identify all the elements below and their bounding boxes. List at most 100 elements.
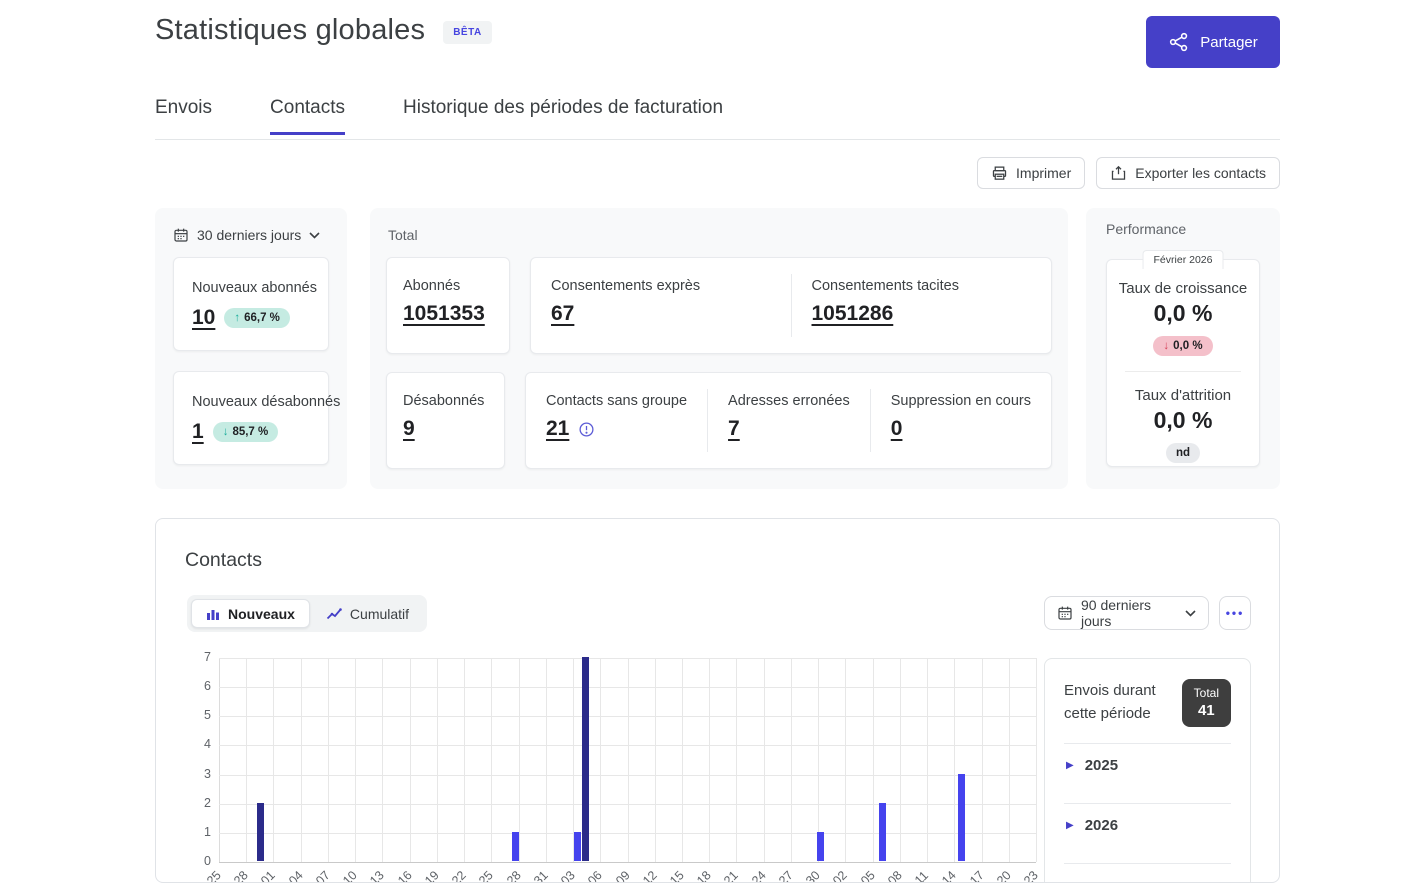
tab-historique-facturation[interactable]: Historique des périodes de facturation [403, 97, 723, 135]
total-badge-value: 41 [1197, 702, 1215, 720]
ellipsis-icon: ••• [1225, 606, 1245, 620]
year-row-2026[interactable]: ▶ 2026 [1064, 804, 1231, 847]
express-consents-value[interactable]: 67 [551, 302, 574, 325]
toggle-cumulatif-label: Cumulatif [349, 605, 410, 622]
tab-contacts[interactable]: Contacts [270, 97, 346, 135]
envois-text-line2: cette période [1064, 705, 1151, 723]
bad-addresses-value[interactable]: 7 [728, 417, 740, 440]
x-axis-tick-label: 01 [258, 868, 279, 883]
new-subscribers-delta: 66,7 % [244, 312, 280, 324]
tabs-divider [155, 139, 1280, 140]
calendar-icon [1057, 605, 1073, 621]
new-subscribers-card: Nouveaux abonnés 10 ↑ 66,7 % [173, 257, 329, 351]
triangle-right-icon: ▶ [1066, 820, 1074, 832]
page-title: Statistiques globales [155, 14, 426, 46]
statistics-page: Statistiques globales BÊTA Partager Envo… [0, 0, 1419, 883]
x-axis-tick-label: 12 [639, 868, 660, 883]
consents-card: Consentements exprès 67 Consentements ta… [530, 257, 1052, 354]
subscribers-label: Abonnés [403, 278, 461, 294]
new-unsubscribers-label: Nouveaux désabonnés [192, 393, 341, 410]
contacts-section-title: Contacts [185, 549, 262, 571]
envois-text-line1: Envois durant [1064, 682, 1156, 699]
chart-bar[interactable] [512, 831, 520, 861]
x-axis-tick-label: 16 [394, 868, 415, 883]
total-badge: Total 41 [1181, 679, 1231, 728]
gridline [872, 658, 874, 862]
x-axis-tick-label: 25 [476, 868, 497, 883]
total-panel: Total Abonnés 1051353 Consentements expr… [370, 208, 1068, 489]
x-axis-tick-label: 27 [775, 868, 796, 883]
chart-bar[interactable] [257, 802, 265, 861]
express-consents-col: Consentements exprès 67 [531, 274, 791, 337]
y-axis-tick-label: 5 [204, 708, 211, 723]
print-button[interactable]: Imprimer [977, 157, 1086, 189]
chart-bar[interactable] [581, 657, 589, 861]
gridline [436, 658, 438, 862]
x-axis-tick-label: 28 [503, 868, 524, 883]
info-icon[interactable] [578, 421, 595, 438]
page-header: Statistiques globales BÊTA [155, 14, 492, 47]
toggle-nouveaux[interactable]: Nouveaux [191, 599, 310, 628]
year-2026-label: 2026 [1084, 817, 1119, 835]
x-axis-tick-label: 10 [340, 868, 360, 883]
tab-envois[interactable]: Envois [155, 97, 212, 135]
unsubscribed-value[interactable]: 9 [403, 417, 415, 440]
y-axis-tick-label: 0 [204, 854, 211, 868]
attrition-rate-label: Taux d'attrition [1134, 387, 1232, 404]
no-group-value[interactable]: 21 [546, 417, 569, 441]
gridline [382, 658, 384, 862]
x-axis-tick-label: 28 [231, 868, 252, 883]
pending-deletion-label: Suppression en cours [890, 393, 1031, 409]
gridline [736, 658, 738, 862]
subscribers-card: Abonnés 1051353 [386, 257, 510, 354]
x-axis-tick-label: 05 [857, 868, 878, 883]
chart-bar[interactable] [574, 831, 582, 861]
growth-rate-value: 0,0 % [1153, 300, 1213, 326]
y-axis-tick-label: 2 [204, 795, 211, 810]
share-button[interactable]: Partager [1146, 16, 1280, 68]
gridline [219, 658, 1036, 659]
gridline [627, 658, 629, 862]
tacit-consents-value[interactable]: 1051286 [812, 302, 894, 325]
gridline [219, 716, 1036, 718]
contact-issues-card: Contacts sans groupe 21 Adresses erronée… [524, 372, 1052, 469]
chart-bar[interactable] [879, 802, 887, 861]
x-axis-tick-label: 23 [1021, 868, 1041, 883]
toggle-cumulatif[interactable]: Cumulatif [312, 599, 423, 628]
subscribers-value[interactable]: 1051353 [403, 302, 485, 325]
trend-up-icon: ↑ [234, 312, 241, 324]
new-subscribers-label: Nouveaux abonnés [192, 279, 317, 296]
x-axis-tick-label: 09 [612, 868, 633, 883]
no-group-label: Contacts sans groupe [545, 393, 688, 409]
export-contacts-button[interactable]: Exporter les contacts [1096, 157, 1280, 189]
export-button-label: Exporter les contacts [1135, 165, 1266, 181]
chart-bar[interactable] [817, 831, 825, 861]
performance-divider [1125, 371, 1241, 372]
x-axis-tick-label: 19 [421, 868, 442, 883]
gridline [790, 658, 792, 862]
gridline [491, 658, 493, 862]
chart-range-dropdown[interactable]: 90 derniers jours [1044, 596, 1209, 630]
new-subscribers-value[interactable]: 10 [192, 306, 215, 330]
year-row-2025[interactable]: ▶ 2025 [1064, 744, 1231, 787]
x-axis-tick-label: 31 [530, 868, 551, 883]
gridline [409, 658, 411, 862]
gridline [545, 658, 547, 862]
gridline [273, 658, 275, 862]
chart-menu-button[interactable]: ••• [1219, 596, 1251, 630]
gridline [981, 658, 983, 862]
year-2025-label: 2025 [1084, 757, 1119, 775]
chart-bar[interactable] [958, 773, 966, 861]
tacit-consents-col: Consentements tacites 1051286 [790, 274, 1052, 337]
contacts-chart-section: Contacts Nouveaux Cumulatif 90 derniers … [155, 518, 1280, 883]
bar-chart-icon [206, 607, 220, 621]
attrition-badge: nd [1165, 443, 1201, 463]
gridline [327, 658, 329, 862]
contacts-bar-chart: 25 28 01 04 07 10 13 16 19 22 25 28 31 03 06 09 12 15 18 21… [204, 650, 1041, 882]
pending-deletion-value[interactable]: 0 [891, 417, 903, 440]
growth-delta-badge: ↓ 0,0 % [1153, 336, 1213, 356]
new-unsubscribers-value[interactable]: 1 [192, 420, 204, 444]
period-dropdown[interactable]: 30 derniers jours [173, 221, 329, 257]
x-axis-tick-label: 07 [313, 868, 333, 883]
x-axis-tick-label: 15 [667, 868, 687, 883]
